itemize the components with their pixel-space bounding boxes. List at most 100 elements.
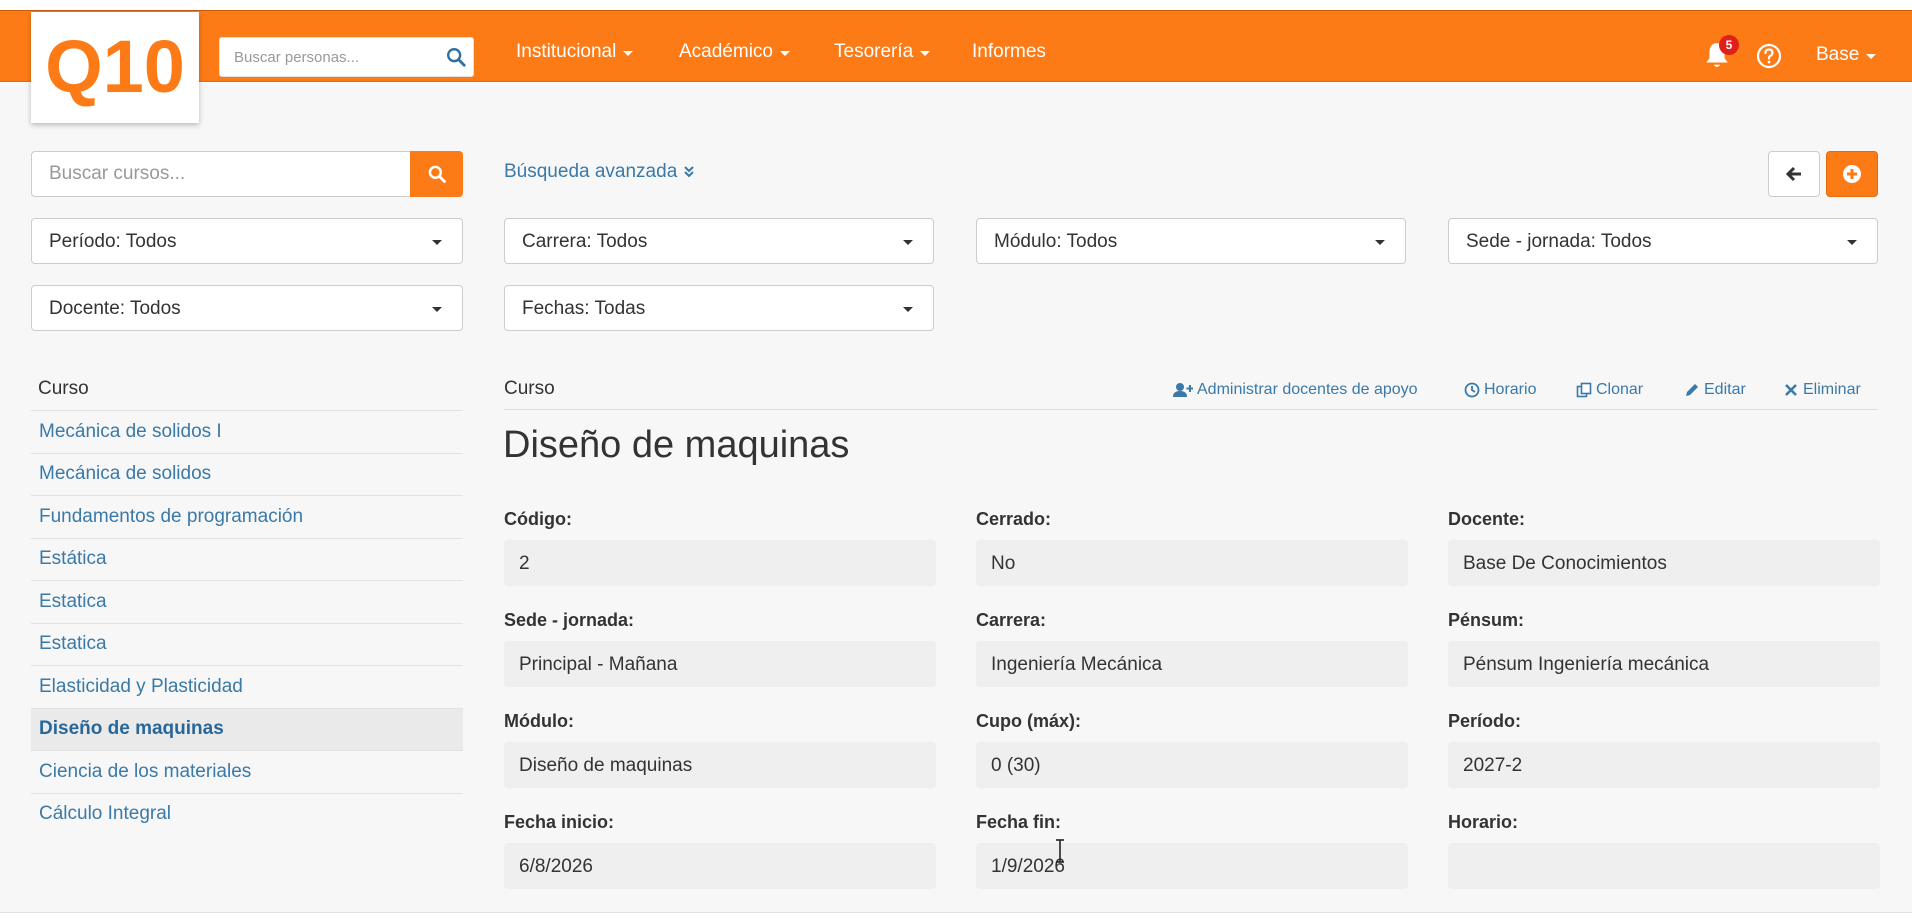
- nav-tesoreria[interactable]: Tesorería: [834, 41, 931, 63]
- list-item[interactable]: Cálculo Integral: [31, 792, 463, 836]
- list-item[interactable]: Mecánica de solidos I: [31, 410, 463, 453]
- cupo-value: 0 (30): [976, 742, 1408, 788]
- user-plus-icon: [1173, 383, 1193, 397]
- filter-fechas-label: Fechas: Todas: [522, 298, 646, 319]
- filter-sede-jornada-label: Sede - jornada: Todos: [1466, 231, 1652, 252]
- advanced-search-link[interactable]: Búsqueda avanzada: [504, 161, 695, 183]
- filter-periodo[interactable]: Período: Todos: [31, 218, 463, 264]
- course-search-input[interactable]: [32, 152, 410, 196]
- divider: [504, 409, 1878, 410]
- list-item[interactable]: Mecánica de solidos: [31, 452, 463, 496]
- course-search: [31, 151, 463, 197]
- list-item[interactable]: Estática: [31, 537, 463, 581]
- fecha-fin-label: Fecha fin:: [976, 812, 1062, 832]
- filter-modulo-label: Módulo: Todos: [994, 231, 1118, 252]
- schedule-label: Horario: [1484, 381, 1537, 398]
- fecha-inicio-value: 6/8/2026: [504, 843, 936, 889]
- cerrado-text: No: [991, 553, 1016, 574]
- fecha-inicio-label: Fecha inicio:: [504, 812, 615, 832]
- course-search-button[interactable]: [410, 151, 463, 197]
- manage-teachers-label: Administrar docentes de apoyo: [1197, 381, 1418, 398]
- help-icon[interactable]: [1756, 43, 1782, 69]
- filter-carrera-label: Carrera: Todos: [522, 231, 648, 252]
- periodo-text: 2027-2: [1463, 755, 1523, 776]
- pensum-text: Pénsum Ingeniería mecánica: [1463, 654, 1710, 675]
- filter-carrera[interactable]: Carrera: Todos: [504, 218, 934, 264]
- search-icon[interactable]: [445, 46, 467, 68]
- list-item-active[interactable]: Diseño de maquinas: [31, 707, 463, 750]
- nav-academico-label: Académico: [679, 41, 773, 62]
- cupo-text: 0 (30): [991, 755, 1041, 776]
- caret-down-icon: [432, 240, 442, 245]
- caret-down-icon: [903, 240, 913, 245]
- notification-badge: 5: [1719, 35, 1739, 55]
- nav-tesoreria-label: Tesorería: [834, 41, 914, 62]
- clock-icon: [1464, 382, 1480, 398]
- people-search-input[interactable]: [220, 38, 440, 76]
- divider: [0, 912, 1912, 913]
- caret-down-icon: [432, 307, 442, 312]
- caret-down-icon: [903, 307, 913, 312]
- list-item[interactable]: Fundamentos de programación: [31, 495, 463, 538]
- text-cursor-icon: [1056, 839, 1064, 863]
- delete-link[interactable]: Eliminar: [1783, 381, 1861, 399]
- course-list: Mecánica de solidos I Mecánica de solido…: [31, 410, 463, 835]
- filter-fechas[interactable]: Fechas: Todas: [504, 285, 934, 331]
- codigo-value: 2: [504, 540, 936, 586]
- list-item[interactable]: Estatica: [31, 622, 463, 666]
- advanced-search-label: Búsqueda avanzada: [504, 161, 678, 182]
- carrera-label: Carrera:: [976, 610, 1047, 630]
- caret-down-icon: [1866, 53, 1877, 59]
- fecha-inicio-text: 6/8/2026: [519, 856, 593, 877]
- filter-docente-label: Docente: Todos: [49, 298, 181, 319]
- edit-link[interactable]: Editar: [1684, 381, 1746, 399]
- nav-academico[interactable]: Académico: [679, 41, 790, 63]
- delete-label: Eliminar: [1803, 381, 1861, 398]
- periodo-value: 2027-2: [1448, 742, 1880, 788]
- list-item[interactable]: Estatica: [31, 580, 463, 623]
- carrera-value: Ingeniería Mecánica: [976, 641, 1408, 687]
- codigo-label: Código:: [504, 509, 572, 529]
- filter-modulo[interactable]: Módulo: Todos: [976, 218, 1406, 264]
- clone-label: Clonar: [1596, 381, 1644, 398]
- logo[interactable]: Q10: [31, 12, 199, 123]
- caret-down-icon: [1847, 240, 1857, 245]
- nav-informes-label: Informes: [972, 41, 1046, 62]
- nav-institucional-label: Institucional: [516, 41, 617, 62]
- add-course-button[interactable]: [1826, 151, 1878, 197]
- search-icon: [428, 165, 446, 183]
- top-navbar: Institucional Académico Tesorería Inform…: [0, 10, 1912, 82]
- manage-teachers-link[interactable]: Administrar docentes de apoyo: [1173, 381, 1418, 399]
- nav-institucional[interactable]: Institucional: [516, 41, 634, 63]
- modulo-text: Diseño de maquinas: [519, 755, 693, 776]
- people-search: [219, 37, 474, 77]
- clone-link[interactable]: Clonar: [1576, 381, 1643, 399]
- list-item[interactable]: Elasticidad y Plasticidad: [31, 665, 463, 708]
- cerrado-label: Cerrado:: [976, 509, 1052, 529]
- pencil-icon: [1686, 384, 1698, 396]
- modulo-label: Módulo:: [504, 711, 574, 731]
- docente-label: Docente:: [1448, 509, 1526, 529]
- user-name: Base: [1816, 44, 1860, 65]
- double-chevron-down-icon: [684, 166, 694, 178]
- detail-header: Curso: [504, 378, 555, 399]
- caret-down-icon: [623, 50, 634, 56]
- nav-informes[interactable]: Informes: [972, 41, 1046, 63]
- caret-down-icon: [1375, 240, 1385, 245]
- filter-periodo-label: Período: Todos: [49, 231, 177, 252]
- user-menu[interactable]: Base: [1816, 44, 1877, 66]
- filter-sede-jornada[interactable]: Sede - jornada: Todos: [1448, 218, 1878, 264]
- back-button[interactable]: [1768, 151, 1820, 197]
- modulo-value: Diseño de maquinas: [504, 742, 936, 788]
- schedule-link[interactable]: Horario: [1464, 381, 1536, 399]
- caret-down-icon: [780, 50, 790, 56]
- sede-jornada-text: Principal - Mañana: [519, 654, 678, 675]
- copy-icon: [1576, 382, 1592, 398]
- arrow-left-icon: [1785, 166, 1801, 182]
- list-item[interactable]: Ciencia de los materiales: [31, 750, 463, 793]
- q10-logo: Q10: [45, 29, 185, 107]
- horario-value: [1448, 843, 1880, 889]
- filter-docente[interactable]: Docente: Todos: [31, 285, 463, 331]
- plus-circle-icon: [1843, 165, 1861, 183]
- codigo-text: 2: [519, 553, 530, 574]
